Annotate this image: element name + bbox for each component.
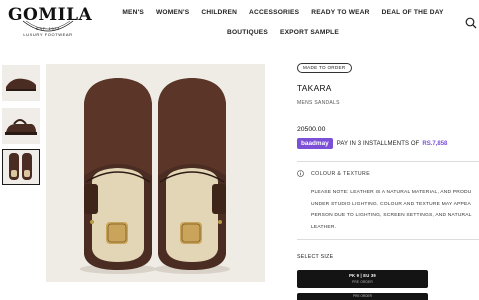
info-icon — [297, 170, 304, 177]
installment-row[interactable]: baadmay PAY IN 3 INSTALLMENTS OF RS.7,85… — [297, 138, 447, 149]
nav-row-2: BOUTIQUES EXPORT SAMPLE — [118, 29, 448, 36]
nav-item-mens[interactable]: MEN'S — [116, 9, 150, 16]
size-option-label: PK 9 | EU 39 — [349, 273, 376, 278]
nav-row-1: MEN'S WOMEN'S CHILDREN ACCESSORIES READY… — [118, 9, 448, 16]
nav-item-ready-to-wear[interactable]: READY TO WEAR — [305, 9, 375, 16]
right-sandal — [154, 78, 230, 274]
note-line: UNDER STUDIO LIGHTING. COLOUR AND TEXTUR… — [311, 201, 471, 207]
brand-logo[interactable]: GOMILA EST. 1934 LUXURY FOOTWEAR — [8, 5, 92, 43]
search-icon[interactable] — [465, 17, 477, 29]
logo-tagline-1: LUXURY — [23, 32, 44, 37]
divider — [297, 161, 479, 162]
size-option-next[interactable]: PRE ORDER — [297, 293, 428, 300]
nav-item-boutiques[interactable]: BOUTIQUES — [221, 29, 274, 36]
nav-item-children[interactable]: CHILDREN — [195, 9, 243, 16]
thumbnail-2[interactable] — [2, 108, 40, 144]
note-line: LEATHER. — [311, 224, 337, 230]
product-title: TAKARA — [297, 83, 332, 93]
divider — [297, 239, 479, 240]
nav-item-deal-of-the-day[interactable]: DEAL OF THE DAY — [376, 9, 450, 16]
product-price: 20500.00 — [297, 126, 326, 133]
colour-texture-title: COLOUR & TEXTURE — [311, 170, 371, 177]
logo-tagline-2: FOOTWEAR — [44, 32, 73, 37]
logo-arc-text: EST. 1934 — [36, 26, 60, 31]
sandal-back-image — [2, 108, 40, 144]
main-product-image[interactable] — [46, 64, 265, 282]
installment-amount: RS.7,858 — [422, 140, 448, 147]
size-option-status: PRE ORDER — [352, 280, 373, 284]
colour-texture-note: PLEASE NOTE: LEATHER IS A NATURAL MATERI… — [311, 187, 479, 233]
made-to-order-badge: MADE TO ORDER — [297, 63, 352, 73]
thumbnail-1[interactable] — [2, 65, 40, 101]
thumbnail-3-selected[interactable] — [2, 149, 40, 185]
nav-item-accessories[interactable]: ACCESSORIES — [243, 9, 305, 16]
colour-texture-toggle[interactable]: COLOUR & TEXTURE — [297, 170, 370, 177]
note-line: PLEASE NOTE: LEATHER IS A NATURAL MATERI… — [311, 190, 472, 195]
logo-tagline: LUXURY FOOTWEAR — [8, 32, 88, 37]
sandal-side-image — [2, 65, 40, 101]
note-line: PERSON DUE TO LIGHTING, SCREEN SETTINGS,… — [311, 213, 472, 218]
site-header: GOMILA EST. 1934 LUXURY FOOTWEAR MEN'S W… — [0, 0, 479, 49]
nav-item-export-sample[interactable]: EXPORT SAMPLE — [274, 29, 345, 36]
sandal-top-image — [3, 150, 38, 183]
sandal-pair-image — [46, 64, 265, 282]
left-sandal — [80, 78, 156, 274]
installment-text: PAY IN 3 INSTALLMENTS OF — [336, 140, 420, 147]
size-option-status: PRE ORDER — [353, 294, 372, 298]
select-size-label: SELECT SIZE — [297, 254, 334, 260]
product-category: MENS SANDALS — [297, 100, 340, 106]
nav-item-womens[interactable]: WOMEN'S — [150, 9, 195, 16]
size-option-selected[interactable]: PK 9 | EU 39 PRE ORDER — [297, 270, 428, 288]
baadmay-logo[interactable]: baadmay — [297, 138, 333, 149]
